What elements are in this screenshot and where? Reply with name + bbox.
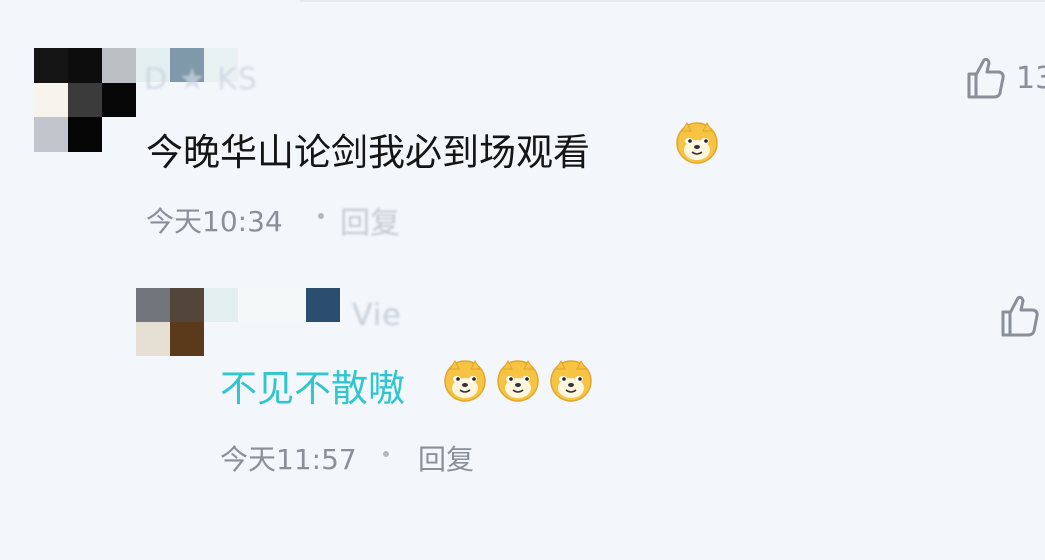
- reply-avatar[interactable]: [136, 288, 204, 356]
- comment-time: 今天10:34: [146, 205, 283, 238]
- reply-button[interactable]: 回复: [340, 198, 418, 242]
- separator-dot: [318, 213, 324, 219]
- reply-time: 今天11:57: [220, 443, 357, 476]
- username-text[interactable]: D ★ KS: [144, 62, 258, 97]
- reply-reply-button[interactable]: 回复: [418, 438, 474, 478]
- like-count: 13: [1016, 61, 1045, 96]
- reply-username-text[interactable]: Vie: [352, 298, 402, 333]
- doge-emoji: [550, 359, 592, 402]
- reply-username-blurred[interactable]: [204, 288, 340, 322]
- avatar[interactable]: [34, 48, 136, 152]
- reply-text: 不见不散嗷: [220, 367, 405, 410]
- thumbs-up-icon[interactable]: [1000, 294, 1040, 338]
- doge-emoji: [497, 359, 539, 402]
- top-divider: [300, 0, 1045, 2]
- doge-emoji: [676, 121, 718, 164]
- separator-dot: [383, 451, 389, 457]
- comment-text: 今晚华山论剑我必到场观看: [146, 131, 590, 174]
- doge-emoji: [444, 359, 486, 402]
- thumbs-up-icon[interactable]: [966, 56, 1006, 100]
